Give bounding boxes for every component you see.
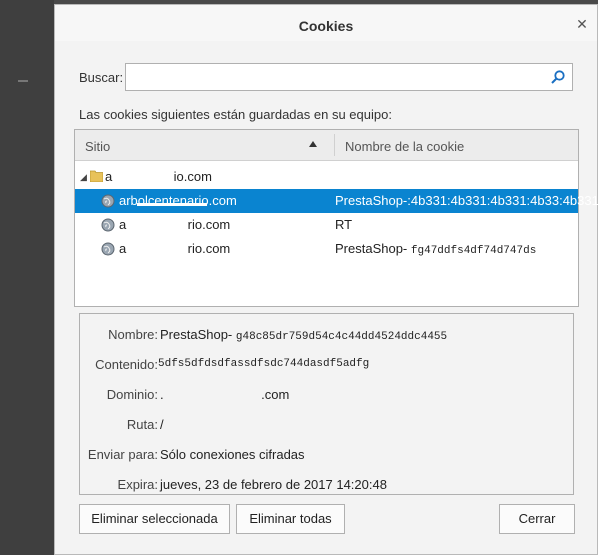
column-separator[interactable] <box>334 134 335 156</box>
dialog-title: Cookies <box>298 18 354 34</box>
search-icon[interactable] <box>550 69 566 85</box>
enviar-label: Enviar para: <box>87 447 158 462</box>
enviar-value: Sólo conexiones cifradas <box>160 447 305 462</box>
cookie-tree[interactable]: Sitio Nombre de la cookie ◢ a io.com arb… <box>74 129 598 307</box>
expira-label: Expira: <box>117 477 158 492</box>
contenido-value: 5dfs5dfdsdfassdfsdc744dasdf5adfg <box>158 358 370 370</box>
remove-all-button[interactable]: Eliminar todas <box>236 504 345 534</box>
dominio-label: Dominio: <box>106 387 158 402</box>
folder-icon <box>90 170 103 182</box>
ruta-label: Ruta: <box>126 417 158 432</box>
globe-icon <box>101 242 115 256</box>
tree-row-cookie[interactable]: a rio.com RT <box>75 213 578 237</box>
cookie-name-suffix: fg47ddfs4df74d747ds <box>410 245 537 257</box>
tree-header: Sitio Nombre de la cookie <box>75 130 578 161</box>
cookie-details: Nombre: PrestaShop- g48c85dr759d54c4c44d… <box>79 313 574 495</box>
contenido-label: Contenido: <box>95 357 158 372</box>
background-window <box>0 0 54 555</box>
site-label: arbolcentenario.com <box>119 193 237 208</box>
cookies-dialog: Cookies ✕ Buscar: Las cookies siguientes… <box>54 4 598 555</box>
cookie-name: PrestaShop-:4b331:4b331:4b331:4b33:4b331 <box>335 193 598 208</box>
info-text: Las cookies siguientes están guardadas e… <box>79 107 392 122</box>
close-button[interactable]: Cerrar <box>499 504 575 534</box>
background-divider <box>18 80 28 82</box>
search-input[interactable] <box>130 65 534 91</box>
nombre-label: Nombre: <box>108 327 158 342</box>
tree-row-domain[interactable]: ◢ a io.com <box>75 165 578 189</box>
site-label: a rio.com <box>119 217 231 232</box>
collapse-twisty-icon[interactable]: ◢ <box>80 165 87 189</box>
globe-icon <box>101 218 115 232</box>
site-label: a io.com <box>105 169 212 184</box>
site-label: a rio.com <box>119 241 231 256</box>
nombre-value: PrestaShop- g48c85dr759d54c4c44dd4524ddc… <box>160 327 448 343</box>
search-label: Buscar: <box>79 70 124 85</box>
sort-ascending-icon <box>309 141 317 147</box>
globe-icon <box>101 194 115 208</box>
dominio-value: . .com <box>160 387 290 402</box>
cookie-name: RT <box>335 217 353 232</box>
tree-row-cookie[interactable]: a rio.com PrestaShop- fg47ddfs4df74d747d… <box>75 237 578 261</box>
search-field[interactable] <box>125 63 573 91</box>
tree-row-cookie-selected[interactable]: arbolcentenario.com PrestaShop-:4b331:4b… <box>75 189 598 213</box>
expira-value: jueves, 23 de febrero de 2017 14:20:48 <box>160 477 387 492</box>
ruta-value: / <box>160 417 164 432</box>
title-bar: Cookies ✕ <box>55 5 597 41</box>
close-icon[interactable]: ✕ <box>575 17 589 31</box>
redaction-mark <box>137 203 207 206</box>
column-header-site[interactable]: Sitio <box>85 139 110 154</box>
cookie-name: PrestaShop- fg47ddfs4df74d747ds <box>335 241 537 257</box>
remove-selected-button[interactable]: Eliminar seleccionada <box>79 504 230 534</box>
column-header-cookie-name[interactable]: Nombre de la cookie <box>345 139 464 154</box>
